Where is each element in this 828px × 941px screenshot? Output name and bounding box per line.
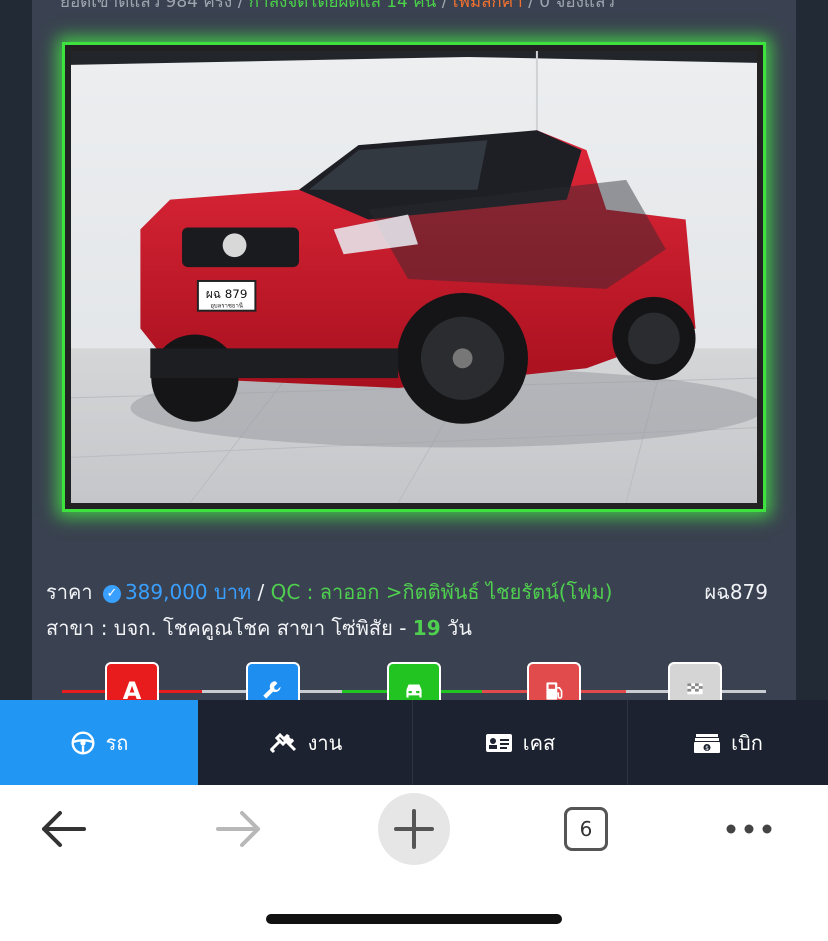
verified-check-icon: ✓ [102, 585, 121, 603]
price-label: ราคา [46, 580, 93, 604]
money-icon: $ [693, 732, 721, 754]
qc-text[interactable]: QC : ลาออก >กิตติพันธ์ ไชยรัตน์(โฟม) [271, 580, 613, 604]
tab-jobs[interactable]: งาน [198, 700, 413, 785]
back-button[interactable] [38, 809, 88, 853]
car-photo[interactable]: ผฉ 879 อุบลราชธานี [71, 51, 757, 503]
wrench-icon[interactable] [246, 662, 300, 700]
tab-count-button[interactable]: 6 [564, 807, 608, 851]
id-card-icon [485, 733, 513, 753]
tab-withdraw[interactable]: $ เบิก [628, 700, 828, 785]
more-menu-button[interactable] [724, 821, 774, 841]
tab-cases[interactable]: เคส [413, 700, 628, 785]
price-value[interactable]: 389,000 บาท [125, 580, 251, 604]
car-icon[interactable] [387, 662, 441, 700]
checkered-flag-icon[interactable] [668, 662, 722, 700]
tab-jobs-label: งาน [307, 730, 343, 755]
booked-text: / 0 จองแล้ว [523, 0, 615, 8]
letter-a-icon[interactable]: A [105, 662, 159, 700]
svg-text:$: $ [705, 745, 709, 752]
tab-car[interactable]: รถ [0, 700, 198, 785]
tools-icon [268, 731, 298, 755]
listing-stats-line: ยอดเข้าดูแล้ว 984 ครั้ง / กำลังจดโดยผู้ด… [60, 0, 740, 8]
watchers-text: กำลังจดโดยผู้ดูแล 14 คน [249, 0, 437, 8]
steering-wheel-icon [70, 730, 96, 756]
tab-cases-label: เคส [522, 730, 556, 755]
bottom-tab-bar: รถ งาน เคส $ เบิก [0, 700, 828, 785]
status-timeline: A [62, 662, 766, 700]
stats-separator: / [436, 0, 453, 8]
car-plate-province: อุบลราชธานี [210, 302, 243, 310]
car-plate-text: ผฉ 879 [206, 287, 248, 301]
new-tab-button[interactable] [378, 793, 450, 865]
car-photo-frame[interactable]: ผฉ 879 อุบลราชธานี [62, 42, 766, 512]
plus-icon [394, 809, 434, 849]
tab-withdraw-label: เบิก [731, 730, 763, 755]
more-dots-icon [726, 824, 772, 834]
branch-days-unit: วัน [446, 616, 472, 640]
price-line: ราคา ✓ 389,000 บาท / QC : ลาออก >กิตติพัน… [46, 576, 768, 604]
branch-text: สาขา : บจก. โชคคูณโชค สาขา โซ่พิสัย - [46, 616, 407, 640]
home-indicator[interactable] [266, 914, 562, 924]
branch-days-count: 19 [412, 616, 441, 640]
car-image: ผฉ 879 อุบลราชธานี [71, 51, 757, 503]
forward-button[interactable] [214, 809, 264, 853]
plate-code: ผฉ879 [704, 580, 768, 604]
views-text: ยอดเข้าดูแล้ว 984 ครั้ง / [60, 0, 249, 8]
price-separator: / [257, 580, 265, 604]
add-customer-link[interactable]: เพิ่มลูกค้า [453, 0, 523, 8]
tab-car-label: รถ [105, 730, 129, 755]
fuel-pump-icon[interactable] [527, 662, 581, 700]
branch-line: สาขา : บจก. โชคคูณโชค สาขา โซ่พิสัย - 19… [46, 612, 768, 640]
